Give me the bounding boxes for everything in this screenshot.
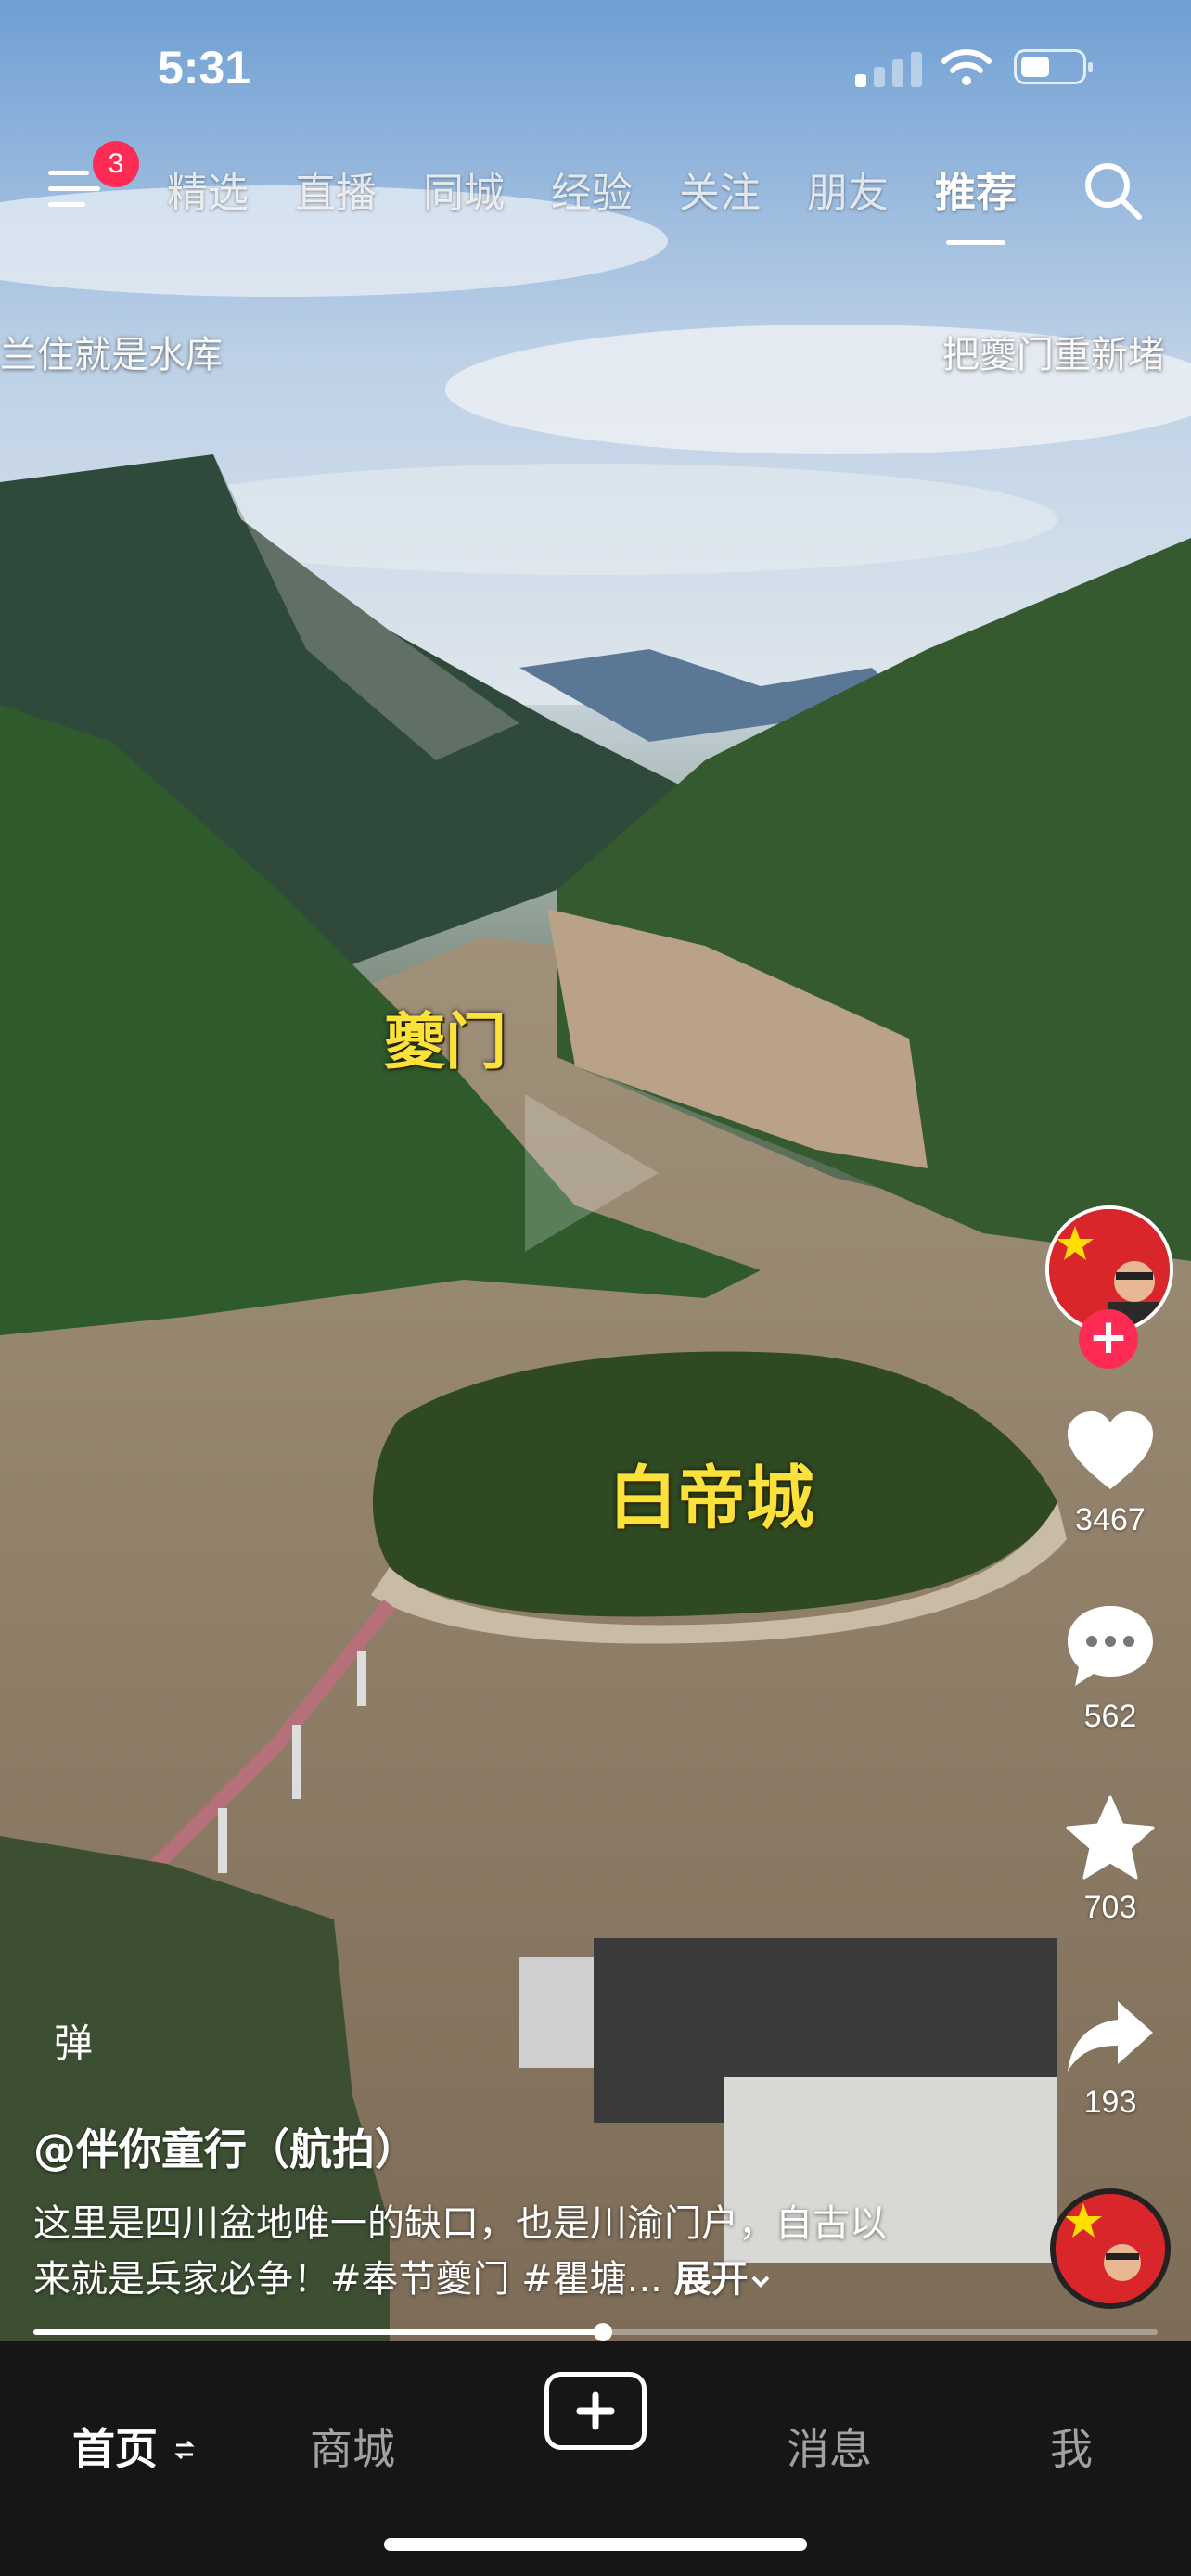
favorite-count: 703	[1083, 1890, 1137, 1925]
progress-fill	[33, 2329, 604, 2335]
like-count: 3467	[1075, 1502, 1146, 1537]
status-time: 5:31	[158, 42, 251, 94]
share-button[interactable]: 193	[1045, 1997, 1175, 2121]
tab-following[interactable]: 关注	[679, 159, 761, 219]
search-icon[interactable]	[1082, 159, 1145, 223]
expand-link[interactable]: 展开	[674, 2258, 749, 2301]
comment-button[interactable]: 562	[1045, 1602, 1175, 1735]
danmaku-toggle[interactable]: 弹	[54, 2012, 93, 2069]
tab-featured[interactable]: 精选	[167, 159, 249, 219]
refresh-icon	[174, 2440, 195, 2460]
comment-icon	[1068, 1606, 1153, 1686]
label-city: 白帝城	[608, 1459, 814, 1538]
tab-local[interactable]: 同城	[423, 159, 505, 219]
tab-experience[interactable]: 经验	[551, 159, 633, 219]
signal-icon	[855, 52, 922, 87]
author-name[interactable]: @伴你童行（航拍）	[33, 2116, 417, 2177]
tab-recommended[interactable]: 推荐	[935, 159, 1017, 245]
chevron-down-icon	[751, 2276, 770, 2288]
follow-button[interactable]: +	[1079, 1309, 1138, 1369]
nav-mall[interactable]: 商城	[310, 2416, 395, 2477]
favorite-button[interactable]: 703	[1045, 1795, 1175, 1926]
music-disc[interactable]	[1050, 2188, 1171, 2309]
tab-live[interactable]: 直播	[295, 159, 377, 219]
playback-progress[interactable]	[33, 2323, 1158, 2341]
share-count: 193	[1083, 2085, 1137, 2120]
comment-count: 562	[1083, 1699, 1137, 1734]
top-tabs: 精选 直播 同城 经验 关注 朋友 推荐	[167, 159, 1017, 245]
label-gate: 夔门	[384, 1005, 506, 1078]
star-icon	[1066, 1795, 1155, 1880]
ticker-right: 把夔门重新堵	[942, 334, 1165, 376]
like-button[interactable]: 3467	[1045, 1409, 1175, 1538]
create-button[interactable]	[544, 2372, 647, 2450]
plus-icon	[576, 2391, 615, 2430]
nav-home-label: 首页	[72, 2424, 158, 2474]
nav-messages[interactable]: 消息	[787, 2416, 872, 2477]
ticker-left: 兰住就是水库	[0, 334, 223, 376]
tab-friends[interactable]: 朋友	[807, 159, 889, 219]
heart-icon	[1068, 1411, 1153, 1489]
menu-button[interactable]	[48, 167, 100, 211]
notification-badge: 3	[93, 141, 139, 187]
wifi-icon	[941, 49, 992, 85]
nav-home[interactable]: 首页	[72, 2416, 197, 2477]
post-caption[interactable]: 这里是四川盆地唯一的缺口，也是川渝门户，自古以来就是兵家必争！#奉节夔门 #瞿塘…	[33, 2196, 905, 2307]
nav-me[interactable]: 我	[1050, 2416, 1093, 2477]
music-cover-image	[1056, 2194, 1165, 2303]
home-indicator	[384, 2538, 807, 2551]
share-icon	[1068, 2001, 1153, 2072]
battery-icon	[1014, 49, 1093, 84]
